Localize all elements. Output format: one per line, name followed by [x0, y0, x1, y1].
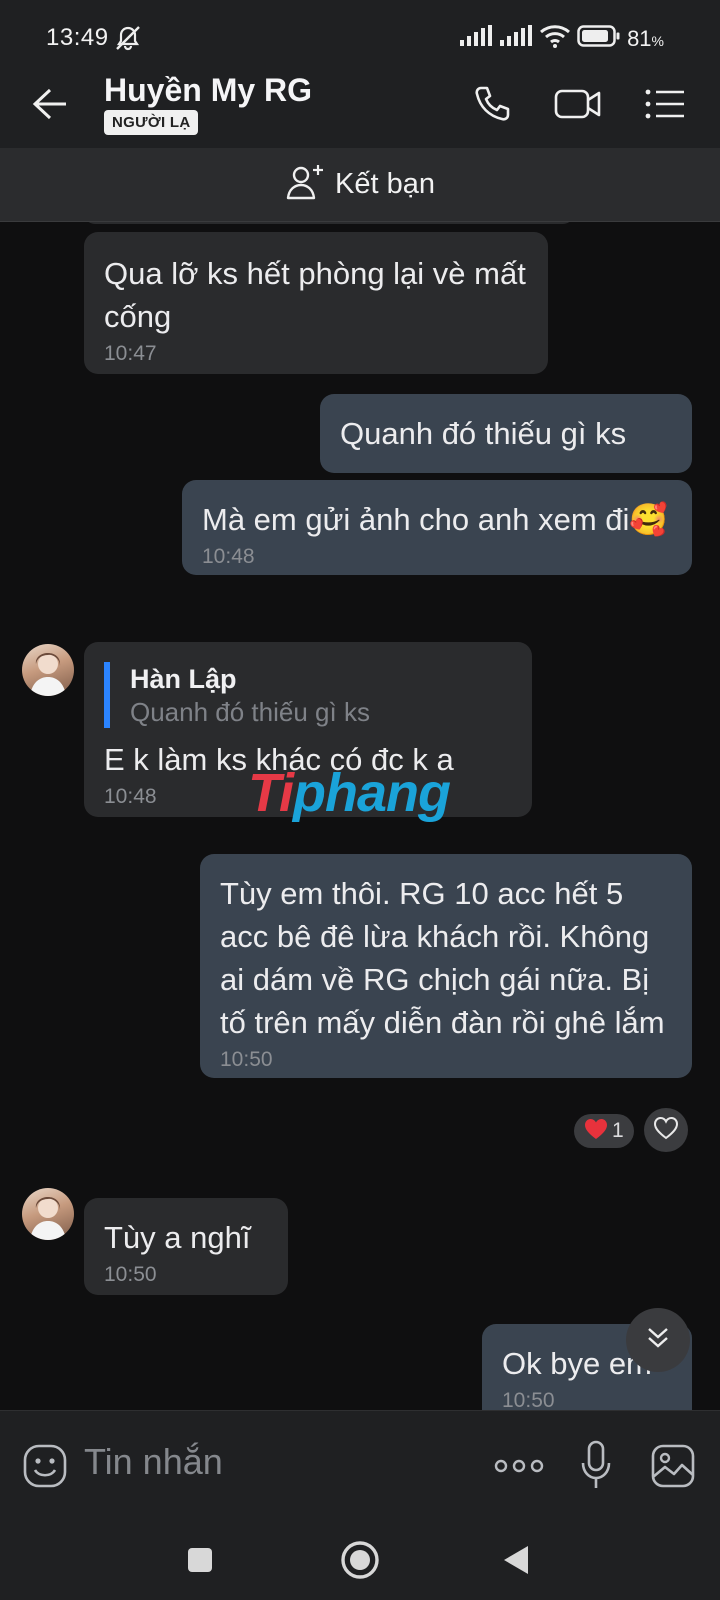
message-text: Mà em gửi ảnh cho anh xem đi🥰	[202, 502, 669, 537]
react-button[interactable]	[644, 1108, 688, 1152]
system-nav-bar	[0, 1520, 720, 1600]
heart-icon	[584, 1118, 608, 1145]
message-bubble-outgoing[interactable]: Tùy em thôi. RG 10 acc hết 5 acc bê đê l…	[200, 854, 692, 1078]
message-bubble-partial	[84, 222, 574, 224]
contact-name[interactable]: Huyền My RG	[104, 72, 312, 109]
message-text: Qua lỡ ks hết phòng lại vè mất cống	[104, 256, 526, 334]
battery-icon	[577, 24, 621, 53]
more-icon[interactable]	[494, 1457, 544, 1480]
message-time: 10:48	[202, 545, 255, 568]
message-time: 10:47	[104, 342, 157, 365]
message-time: 10:50	[502, 1389, 555, 1410]
add-friend-label: Kết bạn	[335, 168, 435, 200]
battery-level: 81%	[627, 25, 664, 51]
message-input[interactable]: Tin nhắn	[84, 1441, 223, 1483]
avatar[interactable]	[22, 1188, 74, 1240]
mute-icon	[114, 25, 142, 56]
add-friend-bar[interactable]: Kết bạn	[0, 148, 720, 222]
watermark: Tiphang	[248, 763, 451, 823]
message-list[interactable]: Qua lỡ ks hết phòng lại vè mất cống 10:4…	[0, 222, 720, 1410]
quote-author: Hàn Lập	[130, 664, 237, 694]
emoji-icon[interactable]	[22, 1443, 68, 1494]
message-text: Tùy em thôi. RG 10 acc hết 5 acc bê đê l…	[220, 876, 665, 1040]
back-icon[interactable]	[502, 1544, 530, 1581]
back-arrow-icon[interactable]	[30, 86, 70, 127]
quote-text: Quanh đó thiếu gì ks	[130, 697, 370, 727]
message-bubble-outgoing[interactable]: Mà em gửi ảnh cho anh xem đi🥰 10:48	[182, 480, 692, 575]
message-bubble-incoming[interactable]: Tùy a nghĩ 10:50	[84, 1198, 288, 1295]
double-chevron-down-icon	[643, 1323, 673, 1358]
image-icon[interactable]	[650, 1443, 696, 1494]
message-input-bar: Tin nhắn	[0, 1410, 720, 1520]
phone-icon[interactable]	[472, 84, 512, 129]
message-text: Tùy a nghĩ	[104, 1220, 251, 1255]
quoted-message[interactable]: Hàn Lập Quanh đó thiếu gì ks	[104, 662, 512, 728]
message-bubble-incoming[interactable]: Qua lỡ ks hết phòng lại vè mất cống 10:4…	[84, 232, 548, 374]
heart-outline-icon	[653, 1116, 679, 1145]
signal-icon	[499, 25, 533, 52]
add-person-icon	[285, 163, 325, 206]
message-text: Quanh đó thiếu gì ks	[340, 416, 627, 451]
menu-icon[interactable]	[644, 84, 686, 129]
video-call-icon[interactable]	[554, 84, 602, 129]
status-bar: 13:49 81%	[0, 0, 720, 62]
reaction-count: 1	[612, 1119, 624, 1142]
message-bubble-outgoing[interactable]: Quanh đó thiếu gì ks	[320, 394, 692, 473]
microphone-icon[interactable]	[580, 1439, 612, 1496]
signal-icon	[459, 25, 493, 52]
recents-icon[interactable]	[186, 1546, 214, 1579]
home-icon[interactable]	[340, 1540, 380, 1585]
chat-header: Huyền My RG NGƯỜI LẠ	[0, 62, 720, 148]
scroll-to-bottom-button[interactable]	[626, 1308, 690, 1372]
message-time: 10:50	[220, 1048, 273, 1071]
message-time: 10:50	[104, 1263, 157, 1286]
reaction-summary[interactable]: 1	[574, 1114, 634, 1148]
avatar[interactable]	[22, 644, 74, 696]
stranger-badge: NGƯỜI LẠ	[104, 110, 199, 135]
wifi-icon	[539, 24, 571, 53]
status-time: 13:49	[46, 24, 109, 51]
